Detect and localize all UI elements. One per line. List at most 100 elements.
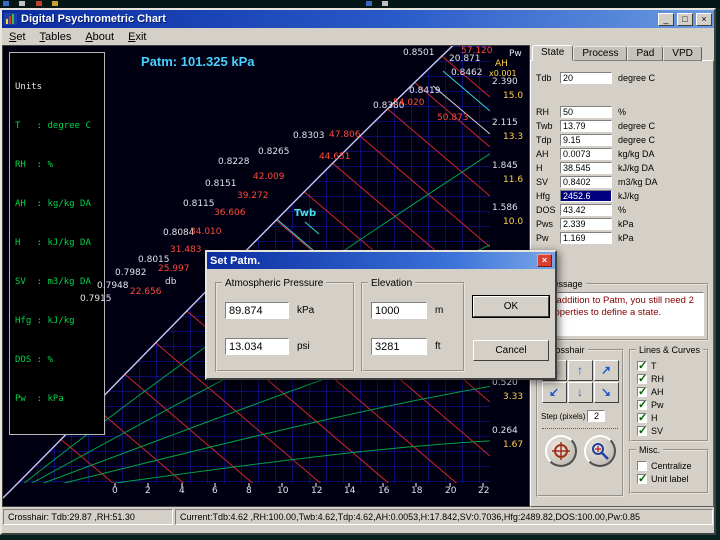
- meters-unit-label: m: [435, 305, 443, 316]
- checkbox-label: SV: [651, 426, 663, 436]
- enthalpy-label: 39.272: [237, 191, 269, 201]
- sv-checkbox[interactable]: [637, 426, 647, 436]
- tdb-input[interactable]: [560, 72, 612, 84]
- menu-exit[interactable]: Exit: [121, 30, 153, 44]
- checkbox-label: RH: [651, 374, 664, 384]
- meters-input[interactable]: [371, 302, 427, 319]
- app-window: Digital Psychrometric Chart _ □ × Set Ta…: [0, 8, 716, 535]
- units-legend-line: SV : m3/kg DA: [15, 276, 99, 289]
- field-label: Twb: [536, 121, 560, 131]
- menu-set[interactable]: Set: [2, 30, 33, 44]
- checkbox-label: AH: [651, 387, 664, 397]
- step-input[interactable]: [587, 410, 605, 422]
- enthalpy-label: 31.483: [170, 245, 202, 255]
- checkbox-row-h[interactable]: H: [637, 411, 701, 424]
- pw-input[interactable]: [560, 232, 612, 244]
- crosshair-down-right-button[interactable]: ↘: [594, 382, 619, 403]
- field-label: SV: [536, 177, 560, 187]
- checkbox-row-sv[interactable]: SV: [637, 424, 701, 437]
- field-unit: degree C: [618, 73, 655, 83]
- ah-axis-value: 10.0: [503, 217, 523, 227]
- checkbox-row-ah[interactable]: AH: [637, 385, 701, 398]
- h-checkbox[interactable]: [637, 413, 647, 423]
- dialog-close-button[interactable]: ×: [537, 254, 552, 267]
- field-unit: kJ/kg: [618, 191, 639, 201]
- pw-axis-header: Pw: [509, 49, 522, 59]
- sv-label: 0.8115: [183, 199, 215, 209]
- minimize-button[interactable]: _: [658, 13, 674, 26]
- sv-label: 0.7915: [80, 294, 112, 304]
- h-input[interactable]: [560, 162, 612, 174]
- units-legend-line: Hfg : kJ/kg: [15, 315, 99, 328]
- ah-checkbox[interactable]: [637, 387, 647, 397]
- sv-label: 0.7948: [97, 281, 129, 291]
- crosshair-up-button[interactable]: ↑: [568, 360, 593, 381]
- enthalpy-label: 42.009: [253, 172, 285, 182]
- maximize-button[interactable]: □: [677, 13, 693, 26]
- field-row-dos: DOS %: [536, 203, 709, 217]
- pw-axis-value: 2.115: [492, 118, 518, 128]
- kpa-input[interactable]: [225, 302, 289, 319]
- pw-axis-value: 1.586: [492, 203, 518, 213]
- right-panel: State Process Pad VPD Tdb degree C RH % …: [530, 45, 714, 507]
- message-text: In addition to Patm, you still need 2 pr…: [541, 292, 704, 336]
- crosshair-locate-button[interactable]: [584, 435, 616, 467]
- centralize-checkbox[interactable]: [637, 461, 647, 471]
- ah-axis-value: 1.67: [503, 440, 523, 450]
- tdp-input[interactable]: [560, 134, 612, 146]
- menu-about[interactable]: About: [78, 30, 121, 44]
- rh-checkbox[interactable]: [637, 374, 647, 384]
- crosshair-down-left-button[interactable]: ↙: [542, 382, 567, 403]
- feet-input[interactable]: [371, 338, 427, 355]
- rh-input[interactable]: [560, 106, 612, 118]
- units-legend-line: AH : kg/kg DA: [15, 198, 99, 211]
- psi-input[interactable]: [225, 338, 289, 355]
- checkbox-row-pw[interactable]: Pw: [637, 398, 701, 411]
- title-bar[interactable]: Digital Psychrometric Chart _ □ ×: [2, 10, 714, 28]
- checkbox-row-unit-label[interactable]: Unit label: [637, 472, 701, 485]
- divider: [542, 428, 618, 429]
- close-button[interactable]: ×: [696, 13, 712, 26]
- t-checkbox[interactable]: [637, 361, 647, 371]
- desktop-icon: [52, 1, 58, 6]
- desktop-strip: [0, 0, 720, 8]
- ah-axis-value: 3.33: [503, 392, 523, 402]
- ah-axis-value: 13.3: [503, 132, 523, 142]
- menu-tables[interactable]: Tables: [33, 30, 79, 44]
- field-label: RH: [536, 107, 560, 117]
- field-unit: %: [618, 107, 626, 117]
- ah-axis-value: 11.6: [503, 175, 523, 185]
- tab-state[interactable]: State: [532, 45, 573, 61]
- ah-input[interactable]: [560, 148, 612, 160]
- x-tick-label: 20: [445, 486, 456, 496]
- checkbox-row-rh[interactable]: RH: [637, 372, 701, 385]
- checkbox-row-t[interactable]: T: [637, 359, 701, 372]
- crosshair-up-right-button[interactable]: ↗: [594, 360, 619, 381]
- unit-label-checkbox[interactable]: [637, 474, 647, 484]
- psi-unit-label: psi: [297, 341, 310, 352]
- cancel-button[interactable]: Cancel: [473, 340, 549, 361]
- field-unit: kg/kg DA: [618, 149, 655, 159]
- tab-process[interactable]: Process: [573, 46, 627, 61]
- tab-vpd[interactable]: VPD: [663, 46, 702, 61]
- tab-pad[interactable]: Pad: [627, 46, 663, 61]
- tab-strip: State Process Pad VPD: [530, 45, 714, 61]
- crosshair-center-button[interactable]: [545, 435, 577, 467]
- dos-input[interactable]: [560, 204, 612, 216]
- crosshair-down-button[interactable]: ↓: [568, 382, 593, 403]
- checkbox-row-centralize[interactable]: Centralize: [637, 459, 701, 472]
- pw-checkbox[interactable]: [637, 400, 647, 410]
- ok-button[interactable]: OK: [473, 296, 549, 317]
- twb-input[interactable]: [560, 120, 612, 132]
- field-row-twb: Twb degree C: [536, 119, 709, 133]
- x-tick-label: 16: [378, 486, 389, 496]
- sv-input[interactable]: [560, 176, 612, 188]
- enthalpy-label: 25.997: [158, 264, 190, 274]
- dialog-title-bar[interactable]: Set Patm. ×: [207, 252, 555, 269]
- pws-input[interactable]: [560, 218, 612, 230]
- x-tick-label: 18: [411, 486, 422, 496]
- hfg-input[interactable]: [560, 190, 612, 202]
- kpa-unit-label: kPa: [297, 305, 314, 316]
- dialog-title: Set Patm.: [210, 255, 537, 267]
- sv-label: 0.8462: [451, 68, 483, 78]
